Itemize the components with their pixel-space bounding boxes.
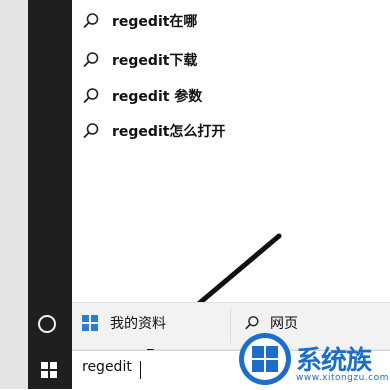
watermark-url: www.xitongzu.com [296, 373, 389, 383]
my-data-filter[interactable]: 我的资料 [82, 313, 166, 333]
pointer-arrow [146, 233, 282, 353]
start-search-window: regedit在哪 regedit下载 regedit 参数 regedit怎么… [0, 0, 390, 390]
windows-logo-watermark-icon [239, 333, 291, 385]
cortana-circle-icon[interactable] [38, 315, 56, 333]
text-caret [140, 361, 141, 379]
windows-logo-icon [82, 315, 98, 331]
watermark-name: 系统族 [296, 346, 372, 376]
start-rail [28, 0, 72, 350]
windows-start-icon [41, 362, 57, 378]
watermark-logo: 系统族 www.xitongzu.com [236, 328, 390, 389]
left-strip [0, 0, 28, 389]
search-input[interactable]: regedit [82, 359, 232, 381]
divider [230, 309, 231, 343]
my-data-label: 我的资料 [110, 316, 166, 332]
suggestions-panel: regedit在哪 regedit下载 regedit 参数 regedit怎么… [72, 0, 390, 353]
start-button[interactable] [28, 350, 72, 389]
